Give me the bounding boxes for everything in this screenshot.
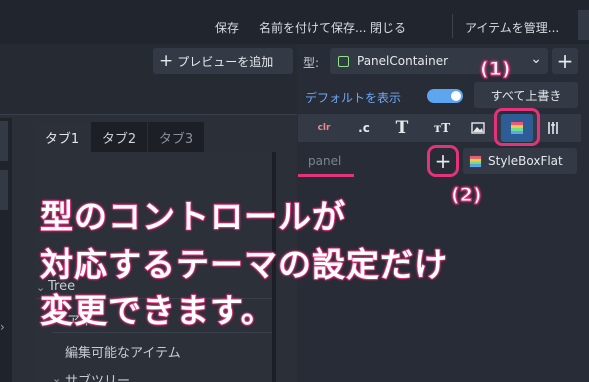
tree-item-subtree[interactable]: サブツリー [65, 370, 130, 382]
highlight-ring-2 [427, 145, 459, 177]
filter-input[interactable]: panel [308, 154, 341, 168]
wrench-icon[interactable] [540, 114, 568, 142]
annotation-marker-2: (2) [451, 184, 483, 207]
stylebox-value-button[interactable]: StyleBoxFlat [463, 148, 577, 174]
chevron-down-icon-2: ⌄ [52, 372, 62, 382]
stylebox-value: StyleBoxFlat [488, 154, 563, 168]
menu-separator [452, 14, 453, 38]
tree-divider-2 [52, 332, 272, 333]
wrench-icon-svg [548, 122, 558, 134]
highlight-ring-1 [494, 108, 540, 146]
chevron-down-icon-3: ⌄ [530, 51, 542, 67]
toggle-knob [451, 91, 461, 101]
panel-container-icon [338, 55, 349, 67]
font-size-icon[interactable]: тT [428, 114, 456, 142]
menu-save-as[interactable]: 名前を付けて保存... [259, 19, 366, 36]
constant-icon[interactable]: .c [350, 114, 378, 142]
chevron-right-icon: › [0, 320, 5, 334]
editor-menubar: 保存 名前を付けて保存... 閉じる アイテムを管理... [0, 0, 589, 44]
callout-line-2: 対応するテーマの設定だけ [39, 245, 448, 284]
preview-left-widget [0, 121, 8, 161]
type-dropdown[interactable]: PanelContainer ⌄ [330, 48, 548, 74]
preview-tab-1[interactable]: タブ1 [34, 122, 90, 152]
preview-left-widget-2 [0, 170, 8, 210]
callout-line-1: 型のコントロールが [39, 197, 346, 236]
show-default-label: デフォルトを表示 [305, 91, 402, 105]
add-type-button[interactable]: + [552, 48, 578, 74]
tree-item-editable[interactable]: 編集可能なアイテム [65, 342, 181, 361]
color-icon[interactable]: clr [310, 114, 338, 142]
add-preview-button[interactable]: + プレビューを追加 [153, 48, 293, 74]
filter-underline [298, 174, 354, 177]
override-all-button[interactable]: すべて上書き [474, 82, 578, 108]
preview-tab-3[interactable]: タブ3 [148, 122, 204, 152]
scroll-edge [578, 10, 589, 40]
show-default-toggle[interactable] [427, 89, 463, 103]
preview-tab-2[interactable]: タブ2 [91, 122, 147, 152]
callout-line-3: 変更できます。 [39, 291, 275, 330]
preview-divider [0, 114, 297, 115]
add-preview-label: プレビューを追加 [177, 54, 274, 69]
annotation-marker-1: (1) [480, 58, 512, 81]
type-label: 型: [303, 56, 320, 70]
image-icon[interactable] [464, 114, 492, 142]
plus-icon: + [159, 50, 174, 71]
type-value: PanelContainer [357, 54, 449, 68]
image-icon-svg [471, 122, 485, 134]
menu-close[interactable]: 閉じる [370, 19, 406, 36]
stylebox-icon-2 [469, 155, 482, 167]
font-icon[interactable]: T [388, 114, 416, 142]
menu-save[interactable]: 保存 [215, 19, 239, 36]
menu-manage-items[interactable]: アイテムを管理... [465, 19, 559, 36]
plus-icon-2: + [556, 49, 574, 73]
